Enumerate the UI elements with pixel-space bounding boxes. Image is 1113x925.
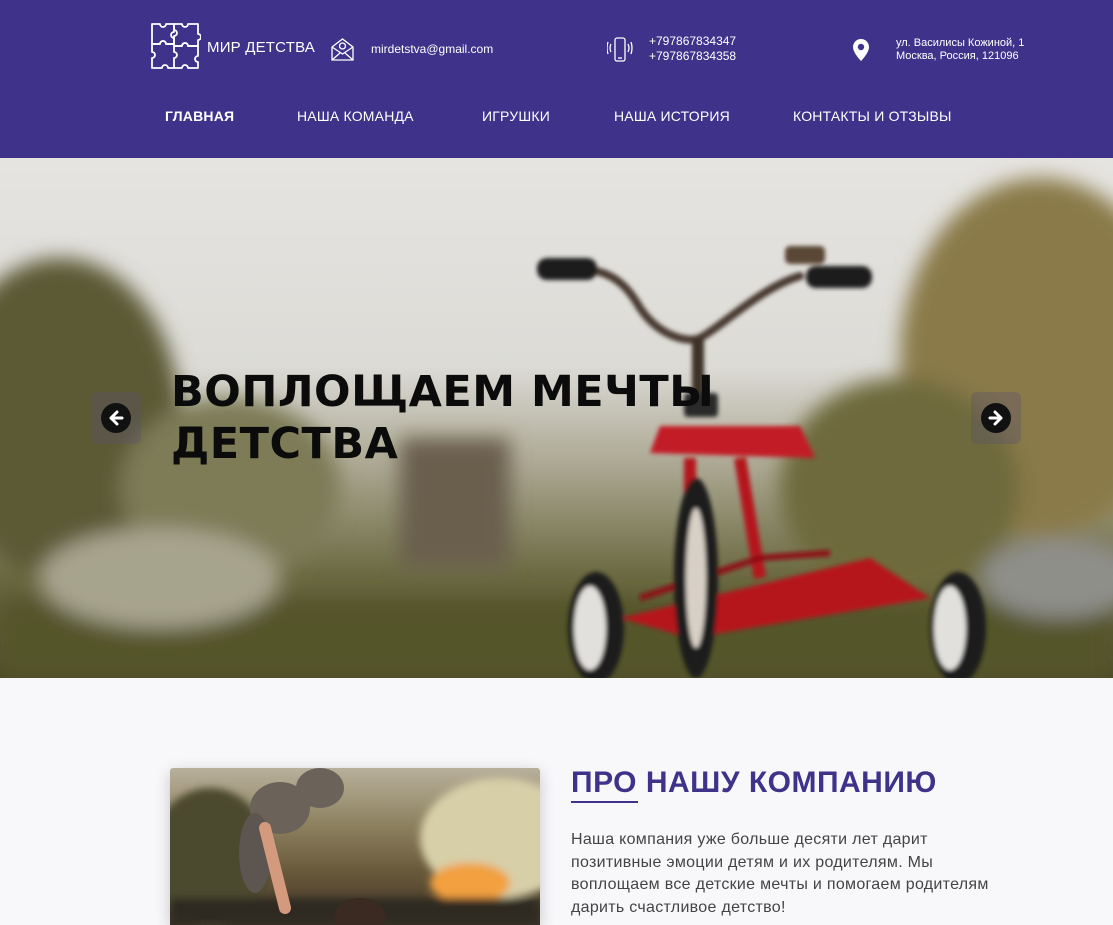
phone-number-1: +797867834347 <box>649 34 737 48</box>
header-email[interactable]: mirdetstva@gmail.com <box>330 37 493 61</box>
location-pin-icon <box>852 38 870 62</box>
arrow-left-icon <box>101 403 131 433</box>
hero-slider: ВОПЛОЩАЕМ МЕЧТЫ ДЕТСТВА <box>0 158 1113 678</box>
mail-icon <box>330 37 355 61</box>
nav-item-contacts[interactable]: КОНТАКТЫ И ОТЗЫВЫ <box>793 108 952 124</box>
about-title: ПРО НАШУ КОМПАНИЮ <box>571 766 937 799</box>
nav-item-toys[interactable]: ИГРУШКИ <box>482 108 550 124</box>
arrow-right-icon <box>981 403 1011 433</box>
about-photo <box>170 768 540 925</box>
site-header: МИР ДЕТСТВА mirdetstva@gmail.com +797867… <box>0 0 1113 158</box>
main-nav: ГЛАВНАЯ НАША КОМАНДА ИГРУШКИ НАША ИСТОРИ… <box>0 108 1113 130</box>
about-text: Наша компания уже больше десяти лет дари… <box>571 831 989 916</box>
hero-title: ВОПЛОЩАЕМ МЕЧТЫ ДЕТСТВА <box>171 366 714 470</box>
nav-item-home[interactable]: ГЛАВНАЯ <box>165 108 234 124</box>
header-phones[interactable]: +797867834347 +797867834358 <box>607 34 736 64</box>
hero-title-line-1: ВОПЛОЩАЕМ МЕЧТЫ <box>171 367 715 417</box>
hero-title-line-2: ДЕТСТВА <box>171 419 399 469</box>
nav-item-team[interactable]: НАША КОМАНДА <box>297 108 414 124</box>
header-address[interactable]: ул. Василисы Кожиной, 1 Москва, Россия, … <box>852 37 1024 63</box>
puzzle-logo-icon <box>149 22 202 77</box>
slider-next-button[interactable] <box>971 392 1021 444</box>
nav-item-history[interactable]: НАША ИСТОРИЯ <box>614 108 730 124</box>
phone-number-2: +797867834358 <box>649 49 737 63</box>
logo-text: МИР ДЕТСТВА <box>207 39 315 56</box>
address-line-1: ул. Василисы Кожиной, 1 <box>896 37 1025 49</box>
email-text: mirdetstva@gmail.com <box>371 41 494 56</box>
slider-prev-button[interactable] <box>91 392 141 444</box>
logo[interactable]: МИР ДЕТСТВА <box>149 22 315 77</box>
address-line-2: Москва, Россия, 121096 <box>896 50 1019 62</box>
about-title-underline <box>571 801 638 803</box>
phone-icon <box>607 35 633 63</box>
